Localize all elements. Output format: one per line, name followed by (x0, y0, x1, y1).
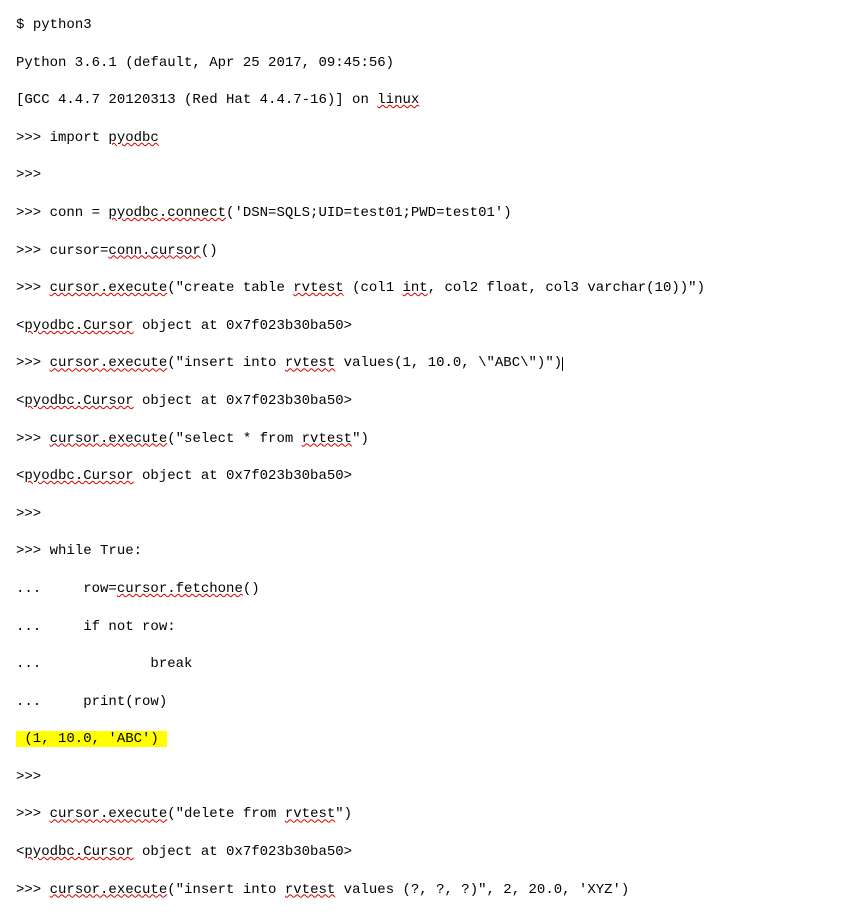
spellcheck-word: cursor.execute (50, 882, 168, 898)
create-table-line: >>> cursor.execute("create table rvtest … (16, 279, 832, 299)
cursor-object-output: <pyodbc.Cursor object at 0x7f023b30ba50> (16, 843, 832, 863)
spellcheck-word: rvtest (293, 280, 343, 296)
shell-prompt-line: $ python3 (16, 16, 832, 36)
spellcheck-word: cursor.fetchone (117, 581, 243, 597)
cursor-object-output: <pyodbc.Cursor object at 0x7f023b30ba50> (16, 467, 832, 487)
spellcheck-word: cursor.execute (50, 355, 168, 371)
output-row-highlight: (1, 10.0, 'ABC') (16, 730, 832, 750)
conn-assign-line: >>> conn = pyodbc.connect('DSN=SQLS;UID=… (16, 204, 832, 224)
cursor-assign-line: >>> cursor=conn.cursor() (16, 242, 832, 262)
spellcheck-word: linux (377, 92, 419, 108)
import-line: >>> import pyodbc (16, 129, 832, 149)
fetchone-line: ... row=cursor.fetchone() (16, 580, 832, 600)
spellcheck-word: pyodbc.connect (108, 205, 226, 221)
repl-prompt: >>> (16, 505, 832, 525)
python-version-line: Python 3.6.1 (default, Apr 25 2017, 09:4… (16, 54, 832, 74)
break-line: ... break (16, 655, 832, 675)
while-line: >>> while True: (16, 542, 832, 562)
spellcheck-word: cursor.execute (50, 806, 168, 822)
insert-line: >>> cursor.execute("insert into rvtest v… (16, 354, 832, 374)
spellcheck-word: conn.cursor (108, 243, 200, 259)
repl-prompt: >>> (16, 768, 832, 788)
spellcheck-word: rvtest (302, 431, 352, 447)
highlighted-output: (1, 10.0, 'ABC') (16, 731, 167, 747)
repl-prompt: >>> (16, 166, 832, 186)
print-line: ... print(row) (16, 693, 832, 713)
spellcheck-word: cursor.execute (50, 431, 168, 447)
spellcheck-word: rvtest (285, 882, 335, 898)
gcc-info-line: [GCC 4.4.7 20120313 (Red Hat 4.4.7-16)] … (16, 91, 832, 111)
cursor-object-output: <pyodbc.Cursor object at 0x7f023b30ba50> (16, 317, 832, 337)
insert-param-line: >>> cursor.execute("insert into rvtest v… (16, 881, 832, 901)
spellcheck-word: rvtest (285, 355, 335, 371)
spellcheck-word: pyodbc.Cursor (24, 844, 133, 860)
text-cursor (562, 357, 563, 371)
spellcheck-word: int (403, 280, 428, 296)
cursor-object-output: <pyodbc.Cursor object at 0x7f023b30ba50> (16, 392, 832, 412)
spellcheck-word: pyodbc.Cursor (24, 468, 133, 484)
spellcheck-word: pyodbc.Cursor (24, 318, 133, 334)
spellcheck-word: rvtest (285, 806, 335, 822)
spellcheck-word: pyodbc (108, 130, 158, 146)
spellcheck-word: cursor.execute (50, 280, 168, 296)
select-line: >>> cursor.execute("select * from rvtest… (16, 430, 832, 450)
if-line: ... if not row: (16, 618, 832, 638)
delete-line: >>> cursor.execute("delete from rvtest") (16, 805, 832, 825)
spellcheck-word: pyodbc.Cursor (24, 393, 133, 409)
